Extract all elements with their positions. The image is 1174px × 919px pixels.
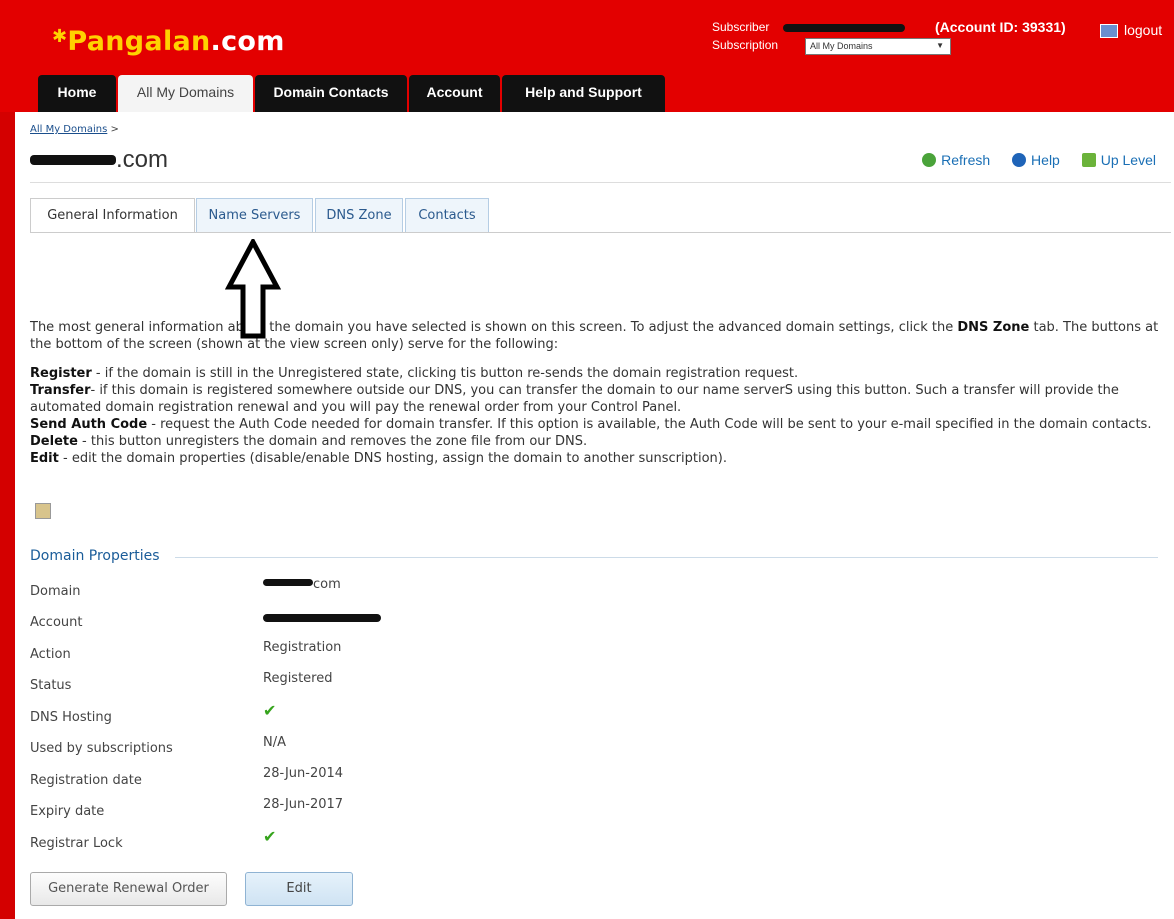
nav-tab-all-my-domains[interactable]: All My Domains	[118, 75, 253, 112]
breadcrumb-link-all-my-domains[interactable]: All My Domains	[30, 124, 107, 135]
divider	[175, 557, 1158, 558]
logo-text: Pangalan	[67, 26, 211, 57]
prop-value-used-by-subscriptions: N/A	[263, 735, 286, 750]
logout-link[interactable]: logout	[1100, 22, 1162, 39]
logo-star-icon: ✱	[52, 26, 68, 47]
prop-value-domain: com	[263, 577, 341, 592]
prop-value-registration-date: 28-Jun-2014	[263, 766, 344, 781]
check-icon: ✔	[263, 701, 277, 720]
key-icon[interactable]	[35, 503, 51, 519]
subscription-label: Subscription	[712, 38, 779, 52]
main-content: All My Domains > .com Refresh Help Up Le…	[15, 112, 1174, 919]
refresh-icon	[922, 153, 937, 167]
prop-label-status: Status	[30, 678, 72, 693]
tab-general-information[interactable]: General Information	[30, 198, 195, 232]
description: The most general information about the d…	[30, 319, 1160, 467]
prop-label-registration-date: Registration date	[30, 773, 142, 788]
breadcrumb: All My Domains >	[30, 124, 119, 135]
prop-label-used-by-subscriptions: Used by subscriptions	[30, 741, 173, 756]
up-arrow-icon	[1081, 153, 1096, 167]
account-id: (Account ID: 39331)	[935, 19, 1066, 35]
prop-label-registrar-lock: Registrar Lock	[30, 836, 123, 851]
generate-renewal-order-button[interactable]: Generate Renewal Order	[30, 872, 227, 906]
divider	[30, 182, 1171, 183]
page-title: .com	[30, 146, 168, 174]
desc-buttons: Register - if the domain is still in the…	[30, 366, 1152, 466]
annotation-arrow-icon	[225, 239, 281, 339]
help-icon	[1012, 153, 1027, 167]
nav-tab-domain-contacts[interactable]: Domain Contacts	[255, 75, 407, 112]
prop-label-dns-hosting: DNS Hosting	[30, 710, 112, 725]
refresh-button[interactable]: Refresh	[922, 152, 990, 168]
check-icon: ✔	[263, 827, 277, 846]
prop-label-action: Action	[30, 647, 71, 662]
tab-name-servers[interactable]: Name Servers	[196, 198, 313, 232]
logout-icon	[1100, 24, 1118, 39]
nav-tab-account[interactable]: Account	[409, 75, 500, 112]
toolbar: Refresh Help Up Level	[904, 152, 1156, 168]
prop-label-expiry-date: Expiry date	[30, 804, 105, 819]
prop-label-account: Account	[30, 615, 83, 630]
prop-value-account	[263, 610, 381, 625]
edit-button[interactable]: Edit	[245, 872, 353, 906]
subscriber-label: Subscriber	[712, 20, 770, 34]
tab-dns-zone[interactable]: DNS Zone	[315, 198, 403, 232]
nav-tab-help-and-support[interactable]: Help and Support	[502, 75, 665, 112]
tabs-baseline	[30, 232, 1171, 233]
desc-intro: The most general information about the d…	[30, 320, 1159, 352]
header: ✱Pangalan.com Subscriber Subscription (A…	[0, 0, 1174, 112]
logo-tld: .com	[210, 26, 285, 57]
prop-value-expiry-date: 28-Jun-2017	[263, 797, 344, 812]
logo[interactable]: ✱Pangalan.com	[52, 26, 285, 57]
subscriber-name-redacted	[782, 23, 905, 32]
chevron-down-icon: ▼	[936, 41, 944, 50]
prop-label-domain: Domain	[30, 584, 81, 599]
help-button[interactable]: Help	[1012, 152, 1060, 168]
subscriber-row: Subscriber	[712, 20, 905, 34]
nav-tab-home[interactable]: Home	[38, 75, 116, 112]
prop-value-status: Registered	[263, 671, 333, 686]
tab-contacts[interactable]: Contacts	[405, 198, 489, 232]
up-level-button[interactable]: Up Level	[1081, 152, 1156, 168]
prop-value-action: Registration	[263, 640, 342, 655]
subscription-select[interactable]: All My Domains ▼	[805, 38, 951, 55]
domain-name-redacted	[30, 155, 116, 165]
domain-properties-heading: Domain Properties	[30, 548, 160, 564]
